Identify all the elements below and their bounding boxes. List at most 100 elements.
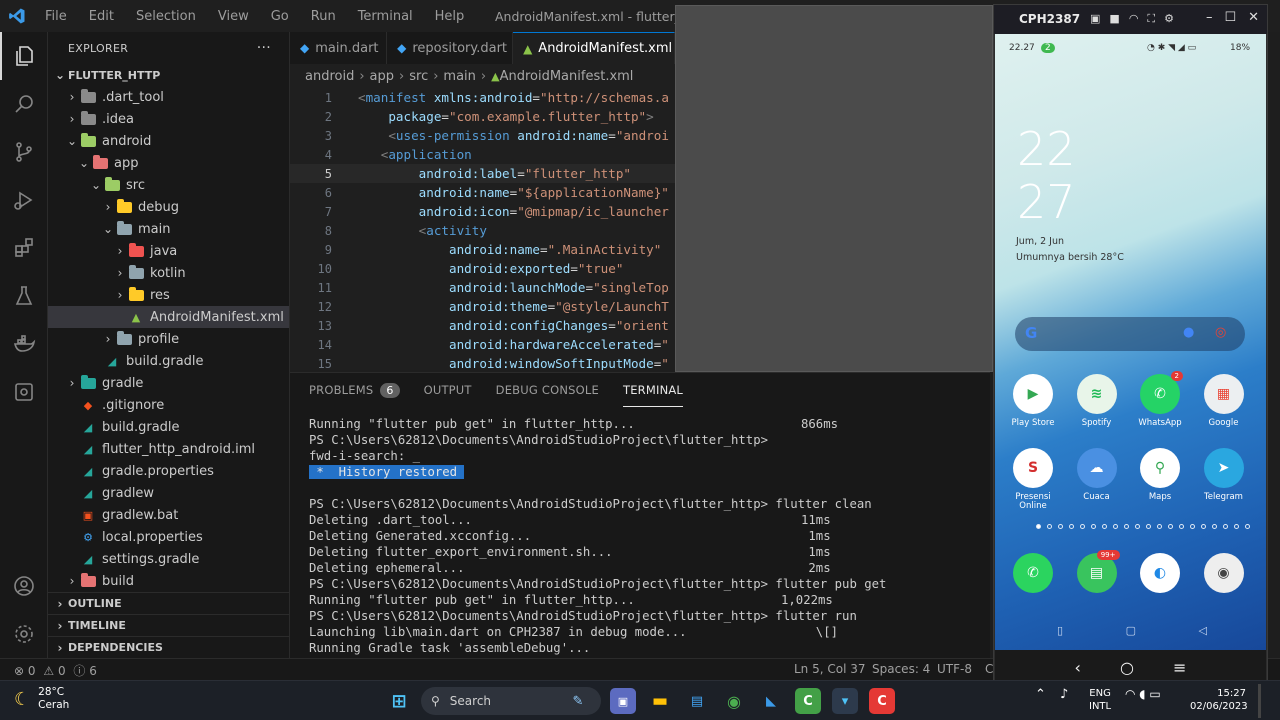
tray-chevron-icon[interactable]: ⌃	[1035, 687, 1046, 704]
teams-chat-icon[interactable]: ▣	[610, 688, 636, 714]
tree-item[interactable]: › build	[48, 570, 289, 592]
phone-screen[interactable]: 22.27 2 ◔ ✱ ◥ ◢ ▭ 18% 22 27 Jum, 2 Jun U…	[995, 34, 1266, 650]
tree-item[interactable]: ⌄ android	[48, 130, 289, 152]
mic-tray-icon[interactable]: ♪	[1060, 687, 1068, 704]
google-search-bar[interactable]: G ● ◎	[1015, 317, 1245, 351]
headphones-icon[interactable]: ◠	[1129, 12, 1139, 26]
cursor-position[interactable]: Ln 5, Col 37	[794, 662, 866, 676]
tree-item[interactable]: › .dart_tool	[48, 86, 289, 108]
app-dock-3[interactable]: ◉	[1195, 553, 1253, 593]
language-indicator[interactable]: ENG INTL	[1089, 687, 1111, 713]
fullscreen-icon[interactable]: ⛶	[1147, 12, 1155, 26]
tree-item[interactable]: › kotlin	[48, 262, 289, 284]
settings-gear-icon[interactable]	[0, 610, 48, 658]
tree-item[interactable]: ⌄ app	[48, 152, 289, 174]
run-debug-icon[interactable]	[0, 176, 48, 224]
tree-item[interactable]: ◢ gradlew	[48, 482, 289, 504]
tab-main-dart[interactable]: ◆ main.dart	[290, 32, 388, 64]
app-dock-0[interactable]: ✆	[1004, 553, 1062, 593]
menu-soft-icon[interactable]: ▯	[1057, 624, 1063, 637]
camtasia-recorder-icon[interactable]: C	[869, 688, 895, 714]
minimize-icon[interactable]: –	[1206, 10, 1213, 25]
tab-androidmanifest-xml[interactable]: ▲ AndroidManifest.xml	[513, 32, 675, 64]
tree-item[interactable]: ◆ .gitignore	[48, 394, 289, 416]
file-explorer-icon[interactable]: ▬	[647, 688, 673, 714]
show-desktop-button[interactable]	[1258, 684, 1261, 718]
network-volume-battery-icons[interactable]: ◠ ◖ ▭	[1125, 687, 1161, 703]
maximize-icon[interactable]: ☐	[1224, 10, 1236, 25]
settings-icon[interactable]: ⚙	[1164, 12, 1174, 26]
menu-item-go[interactable]: Go	[260, 9, 300, 24]
testing-flask-icon[interactable]	[0, 272, 48, 320]
tree-item[interactable]: ◢ flutter_http_android.iml	[48, 438, 289, 460]
panel-tab-output[interactable]: OUTPUT	[424, 373, 472, 407]
panel-tab-problems[interactable]: PROBLEMS 6	[309, 373, 400, 407]
breadcrumb-item[interactable]: AndroidManifest.xml	[500, 69, 634, 84]
tab-repository-dart[interactable]: ◆ repository.dart	[387, 32, 514, 64]
more-actions-icon[interactable]: ···	[257, 40, 271, 56]
menu-item-terminal[interactable]: Terminal	[347, 9, 424, 24]
section-timeline[interactable]: › TIMELINE	[48, 614, 289, 636]
tree-item[interactable]: ◢ build.gradle	[48, 350, 289, 372]
weather-widget[interactable]: ☾ 28°C Cerah	[14, 686, 69, 712]
panel-tab-debug-console[interactable]: DEBUG CONSOLE	[496, 373, 599, 407]
tree-item[interactable]: ◢ build.gradle	[48, 416, 289, 438]
record-icon[interactable]: ■	[1109, 12, 1119, 26]
home-soft-icon[interactable]: ▢	[1126, 624, 1136, 637]
tree-item[interactable]: ⚙ local.properties	[48, 526, 289, 548]
app-whatsapp[interactable]: ✆ 2 WhatsApp	[1131, 371, 1189, 428]
menu-item-help[interactable]: Help	[424, 9, 476, 24]
mic-icon[interactable]: ●	[1183, 325, 1194, 340]
menu-item-file[interactable]: File	[34, 9, 78, 24]
section-outline[interactable]: › OUTLINE	[48, 592, 289, 614]
source-control-icon[interactable]	[0, 128, 48, 176]
tree-item[interactable]: › .idea	[48, 108, 289, 130]
clock-tray[interactable]: 15:27 02/06/2023	[1190, 687, 1248, 713]
app-play-store[interactable]: ▶ Play Store	[1004, 374, 1062, 428]
panel-tab-terminal[interactable]: TERMINAL	[622, 373, 684, 407]
lens-icon[interactable]: ◎	[1215, 325, 1226, 340]
chrome-icon[interactable]: ◉	[721, 688, 747, 714]
workspace-root[interactable]: ⌄ FLUTTER_HTTP	[48, 64, 289, 86]
app-cuaca[interactable]: ☁ Cuaca	[1068, 448, 1126, 502]
tree-item[interactable]: › profile	[48, 328, 289, 350]
tree-item[interactable]: › debug	[48, 196, 289, 218]
camtasia-icon[interactable]: C	[795, 688, 821, 714]
terminal-output[interactable]: Running "flutter pub get" in flutter_htt…	[309, 417, 886, 657]
remote-explorer-icon[interactable]	[0, 368, 48, 416]
tree-item[interactable]: ▲ AndroidManifest.xml	[48, 306, 289, 328]
store-icon[interactable]: ▤	[684, 688, 710, 714]
search-activity-icon[interactable]	[0, 80, 48, 128]
app-maps[interactable]: ⚲ Maps	[1131, 448, 1189, 502]
phone-link-icon[interactable]: ▾	[832, 688, 858, 714]
app-presensi-online[interactable]: S Presensi Online	[1004, 448, 1062, 511]
problems-status[interactable]: ⊗ 0 ⚠ 0 ⓘ 6	[14, 662, 97, 679]
tree-item[interactable]: ⌄ main	[48, 218, 289, 240]
breadcrumb-item[interactable]: app	[370, 69, 394, 84]
menu-item-view[interactable]: View	[207, 9, 260, 24]
tree-item[interactable]: ◢ gradle.properties	[48, 460, 289, 482]
menu-item-run[interactable]: Run	[300, 9, 347, 24]
home-nav-icon[interactable]: ○	[1120, 658, 1134, 677]
tree-item[interactable]: › gradle	[48, 372, 289, 394]
breadcrumb-item[interactable]: src	[409, 69, 428, 84]
code-editor[interactable]: 1 <manifest xmlns:android="http://schemas…	[290, 88, 675, 370]
tree-item[interactable]: › res	[48, 284, 289, 306]
menu-item-selection[interactable]: Selection	[125, 9, 207, 24]
encoding-status[interactable]: UTF-8	[937, 662, 972, 676]
docker-icon[interactable]	[0, 320, 48, 368]
app-spotify[interactable]: ≋ Spotify	[1068, 374, 1126, 428]
app-telegram[interactable]: ➤ Telegram	[1195, 448, 1253, 502]
tree-item[interactable]: ◢ settings.gradle	[48, 548, 289, 570]
back-nav-icon[interactable]: ‹	[1075, 658, 1081, 677]
tree-item[interactable]: › java	[48, 240, 289, 262]
tree-item[interactable]: ▣ gradlew.bat	[48, 504, 289, 526]
explorer-activity-icon[interactable]	[0, 32, 48, 80]
close-icon[interactable]: ✕	[1248, 10, 1259, 25]
breadcrumb-item[interactable]: android	[305, 69, 354, 84]
windows-start-icon[interactable]: ⊞	[386, 688, 412, 714]
app-dock-2[interactable]: ◐	[1131, 553, 1189, 593]
vscode-taskbar-icon[interactable]: ◣	[758, 688, 784, 714]
app-dock-1[interactable]: ▤ 99+	[1068, 550, 1126, 593]
breadcrumb-item[interactable]: main	[443, 69, 475, 84]
